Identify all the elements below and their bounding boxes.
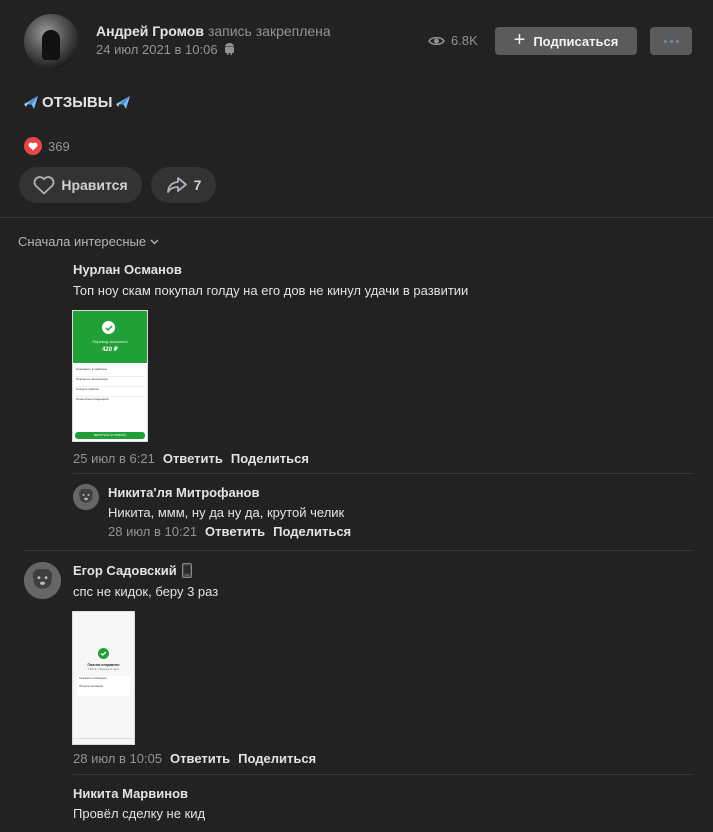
comment-photo-attachment[interactable]: Перевод выполнен 420 ₽ Сохранить в шабло…: [72, 310, 148, 442]
heart-outline-icon: [33, 175, 55, 194]
share-comment-button[interactable]: Поделиться: [238, 751, 316, 766]
comment-author[interactable]: Никита Марвинов: [73, 786, 188, 801]
comment-text: Никита, ммм, ну да ну да, крутой челик: [108, 505, 345, 520]
android-icon: [225, 43, 235, 55]
share-comment-button[interactable]: Поделиться: [231, 451, 309, 466]
pinned-label: запись закреплена: [207, 23, 331, 39]
post-date-line: 24 июл 2021 в 10:06: [96, 42, 235, 57]
receipt-title: Перевод выполнен: [92, 339, 128, 344]
comment-meta: 25 июл в 6:21 Ответить Поделиться: [73, 451, 309, 466]
plus-icon: +: [513, 29, 526, 51]
reply-button[interactable]: Ответить: [163, 451, 223, 466]
like-label: Нравится: [61, 177, 128, 193]
comment-divider: [73, 473, 693, 474]
share-comment-button[interactable]: Поделиться: [273, 524, 351, 539]
comment-meta: 28 июл в 10:05 Ответить Поделиться: [73, 751, 316, 766]
receipt-subtitle: 1 860 ₽ • Перевод по карте: [87, 668, 120, 671]
checkmark-icon: [102, 321, 115, 334]
receipt-home-button: ВЕРНУТЬСЯ НА ГЛАВНУЮ: [75, 432, 145, 439]
comment-author[interactable]: Никита'ля Митрофанов: [108, 485, 259, 500]
phone-emoji-icon: [181, 563, 192, 578]
more-options-button[interactable]: [650, 27, 692, 55]
reply-author-avatar[interactable]: [73, 484, 99, 510]
comment-divider: [24, 550, 693, 551]
post-text: ОТЗЫВЫ: [22, 93, 132, 111]
views-counter: 6.8K: [428, 33, 478, 48]
reactions-summary[interactable]: 369: [24, 137, 70, 155]
comments-sort-label: Сначала интересные: [18, 234, 147, 249]
comment-author-line: Егор Садовский: [73, 563, 192, 578]
receipt-option: Создать шаблон: [76, 387, 144, 397]
subscribe-label: Подписаться: [533, 33, 619, 49]
post-divider: [0, 217, 713, 218]
airplane-emoji-icon: [116, 96, 131, 109]
chevron-down-icon: [150, 239, 159, 244]
receipt-option: Сохранить в шаблоны: [76, 367, 144, 377]
post-author-line: Андрей Громов запись закреплена: [96, 23, 331, 39]
heart-reaction-icon: [24, 137, 42, 155]
dog-avatar-icon: [73, 484, 99, 510]
receipt-amount: 420 ₽: [102, 347, 118, 353]
receipt-title: Платеж отправлен: [87, 663, 120, 667]
receipt-option: Получить квитанцию: [79, 685, 104, 688]
more-dot-icon: [675, 39, 679, 43]
likes-count: 369: [48, 138, 70, 154]
comment-date[interactable]: 25 июл в 6:21: [73, 451, 155, 466]
checkmark-icon: [98, 648, 109, 659]
share-arrow-icon: [166, 177, 187, 193]
comment-text: спс не кидок, беру 3 раз: [73, 584, 219, 599]
receipt-option: Поделиться операцией: [76, 397, 109, 401]
comment-divider: [73, 774, 693, 775]
comment-author-avatar[interactable]: [24, 562, 61, 599]
dog-avatar-icon: [24, 562, 61, 599]
shares-count: 7: [193, 177, 202, 193]
post-date[interactable]: 24 июл 2021 в 10:06: [96, 42, 218, 57]
views-count: 6.8K: [451, 33, 478, 48]
comment-photo-attachment[interactable]: Платеж отправлен 1 860 ₽ • Перевод по ка…: [72, 611, 135, 745]
comment-author[interactable]: Нурлан Османов: [73, 262, 182, 277]
post-text-content: ОТЗЫВЫ: [42, 93, 113, 111]
comment-text: Топ ноу скам покупал голду на его дов не…: [73, 283, 469, 298]
receipt-option: Сохранить в избранное: [79, 677, 107, 680]
airplane-emoji-icon: [24, 96, 38, 109]
more-dot-icon: [669, 39, 673, 43]
post-author-name[interactable]: Андрей Громов: [96, 23, 204, 39]
comment-author[interactable]: Егор Садовский: [73, 563, 177, 578]
author-avatar[interactable]: [24, 14, 79, 69]
reply-button[interactable]: Ответить: [170, 751, 230, 766]
share-button[interactable]: 7: [151, 167, 216, 203]
comments-sort-dropdown[interactable]: Сначала интересные: [18, 234, 159, 249]
comment-date[interactable]: 28 июл в 10:05: [73, 751, 162, 766]
comment-date[interactable]: 28 июл в 10:21: [108, 524, 197, 539]
eye-icon: [428, 36, 445, 45]
more-dot-icon: [663, 39, 667, 43]
subscribe-button[interactable]: + Подписаться: [495, 27, 637, 55]
comment-meta: 28 июл в 10:21 Ответить Поделиться: [108, 524, 351, 539]
comment-text: Провёл сделку не кид: [73, 806, 206, 821]
receipt-option: Повторить автоплатеж: [76, 377, 144, 387]
like-button[interactable]: Нравится: [19, 167, 142, 203]
reply-button[interactable]: Ответить: [205, 524, 265, 539]
